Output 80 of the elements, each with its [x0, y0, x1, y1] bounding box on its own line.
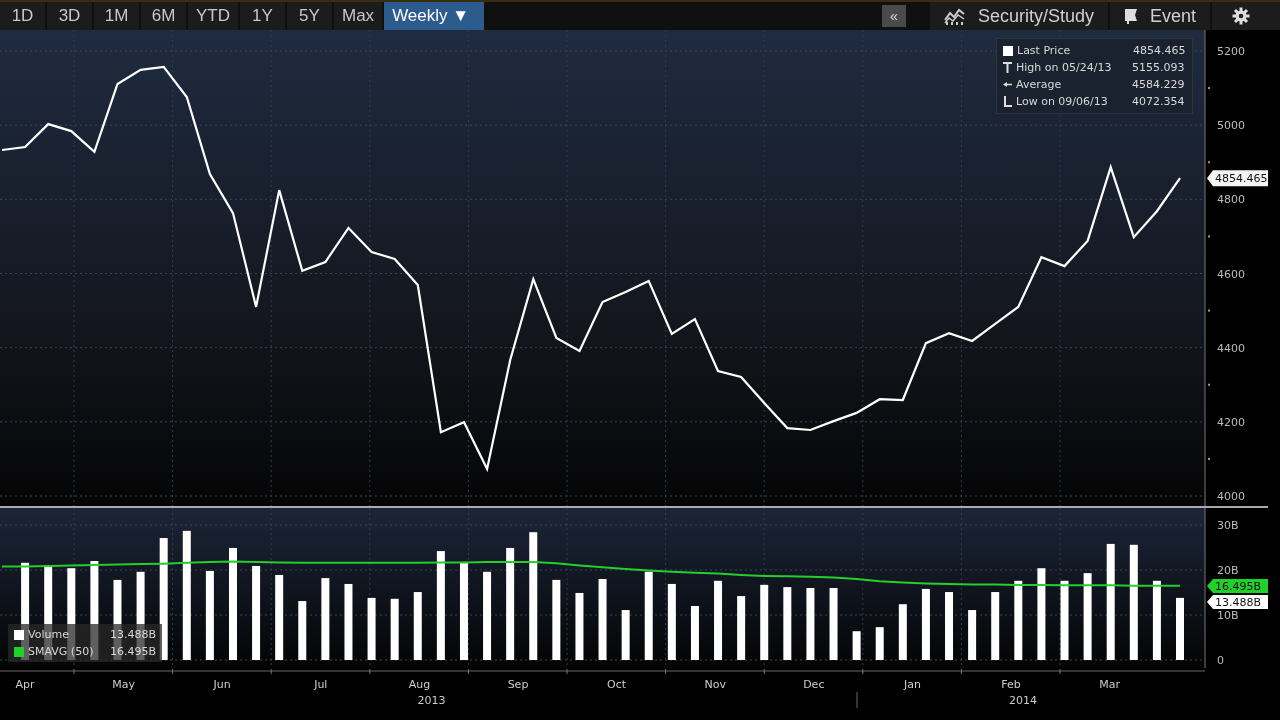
volume-bar: [852, 631, 861, 660]
volume-bar: [390, 598, 399, 660]
legend-swatch: [14, 629, 24, 640]
range-tab[interactable]: 1Y: [240, 2, 285, 30]
volume-bar: [945, 592, 953, 660]
axis-label: 10B: [1217, 609, 1239, 622]
volume-bar: [737, 596, 746, 660]
month-label: May: [112, 678, 135, 691]
legend-label: High on 05/24/13: [1016, 61, 1113, 74]
security-study-button[interactable]: Security/Study: [929, 2, 1108, 30]
settings-button[interactable]: [1212, 2, 1280, 30]
volume-bar: [690, 606, 699, 660]
chart-icon: [943, 7, 966, 25]
volume-bar: [991, 592, 1000, 660]
axis-label: 4200: [1217, 415, 1245, 429]
legend-label: Average: [1016, 78, 1063, 91]
high-marker-icon: [1003, 62, 1012, 73]
volume-bar: [968, 610, 977, 660]
volume-bar: [621, 610, 630, 660]
year-label: 2014: [1009, 694, 1037, 707]
month-label: Nov: [704, 678, 726, 691]
event-button[interactable]: Event: [1109, 2, 1210, 30]
year-label: 2013: [417, 694, 446, 707]
flag-icon: [1123, 8, 1138, 24]
month-label: Jan: [903, 678, 921, 691]
volume-bar: [1176, 597, 1184, 660]
axis-label: 20B: [1217, 564, 1239, 577]
range-tab[interactable]: Weekly ▼: [384, 2, 485, 30]
average-marker-icon: [1003, 79, 1012, 90]
month-label: Oct: [607, 678, 627, 691]
legend-swatch: [14, 646, 24, 657]
month-label: Sep: [507, 678, 529, 691]
volume-bar: [921, 588, 930, 660]
month-label: Feb: [1001, 678, 1021, 691]
axis-label: 4600: [1217, 267, 1245, 281]
range-tab[interactable]: 1D: [0, 2, 45, 30]
value-tag: 13.488B: [1207, 595, 1268, 609]
volume-bar: [367, 597, 376, 660]
legend-label: Last Price: [1017, 44, 1072, 57]
legend-value: 16.495B: [110, 645, 157, 658]
volume-bar: [875, 627, 884, 660]
month-label: Mar: [1099, 678, 1120, 691]
range-tab[interactable]: 3D: [47, 2, 92, 30]
settings-icon: [1232, 7, 1250, 25]
collapse-button[interactable]: «: [881, 5, 906, 27]
legend-swatch: [1003, 45, 1013, 56]
volume-bar: [413, 592, 422, 660]
month-label: Jun: [213, 678, 231, 691]
month-label: Dec: [803, 678, 825, 691]
price-tag: 4854.465: [1207, 170, 1268, 187]
axis-label: 5200: [1217, 45, 1245, 58]
range-tab[interactable]: YTD: [188, 2, 238, 30]
volume-bar: [575, 592, 584, 660]
volume-bar: [806, 588, 815, 660]
axis-label: 4400: [1217, 341, 1245, 355]
month-label: Aug: [408, 678, 431, 691]
month-label: Jul: [314, 678, 328, 691]
range-tab[interactable]: 1M: [94, 2, 139, 30]
range-tab[interactable]: Max: [334, 2, 383, 30]
legend-value: 4854.465: [1133, 44, 1186, 57]
axis-label: 4000: [1217, 490, 1245, 503]
month-label: Apr: [15, 678, 35, 691]
axis-label: 5000: [1217, 119, 1245, 133]
volume-bar: [898, 604, 907, 660]
low-marker-icon: [1003, 96, 1012, 107]
range-tab[interactable]: 5Y: [287, 2, 332, 30]
legend-value: 4584.229: [1132, 78, 1185, 91]
axis-label: 0: [1217, 654, 1224, 667]
volume-bar: [298, 601, 307, 660]
legend-value: 13.488B: [110, 628, 157, 641]
range-tab[interactable]: 6M: [141, 2, 186, 30]
value-tag: 16.495B: [1207, 579, 1268, 593]
volume-bar: [829, 588, 838, 660]
legend-label: Volume: [28, 628, 70, 641]
legend-value: 4072.354: [1132, 95, 1185, 108]
axis-label: 30B: [1217, 519, 1239, 532]
legend-label: Low on 09/06/13: [1016, 95, 1109, 108]
legend-value: 5155.093: [1132, 61, 1185, 74]
axis-label: 4800: [1217, 193, 1245, 207]
legend-label: SMAVG (50): [28, 645, 95, 658]
